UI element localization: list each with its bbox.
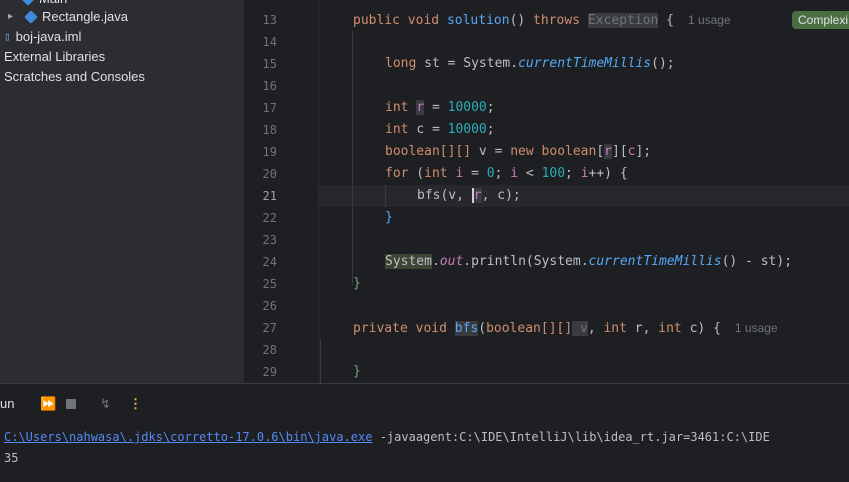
line-number: 20 xyxy=(262,167,277,181)
plug-icon[interactable]: ↯ xyxy=(100,395,111,413)
run-toolbar: un ⏩ ↯ ⋮ xyxy=(0,383,849,425)
code-editor[interactable]: 13 14 15 16 17 18 19 20 21 22 23 24 25 2… xyxy=(245,0,849,383)
java-exe-link[interactable]: C:\Users\nahwasa\.jdks\corretto-17.0.6\b… xyxy=(4,430,372,444)
line-number: 29 xyxy=(262,365,277,379)
indent-guide xyxy=(385,185,386,207)
code-line-29: } xyxy=(353,364,361,379)
line-number: 14 xyxy=(262,35,277,49)
line-number-gutter: 13 14 15 16 17 18 19 20 21 22 23 24 25 2… xyxy=(245,0,319,383)
code-line-24: System.out.println(System.currentTimeMil… xyxy=(385,254,793,269)
iml-file-icon: ▯ xyxy=(4,30,11,43)
gutter-separator xyxy=(318,0,319,383)
tree-item-label: External Libraries xyxy=(4,49,106,64)
tree-item-external-libraries[interactable]: External Libraries xyxy=(4,47,105,67)
line-number: 27 xyxy=(262,321,277,335)
more-options-icon[interactable]: ⋮ xyxy=(129,395,142,413)
tree-item-rectangle-java[interactable]: ▸ Rectangle.java xyxy=(8,7,128,27)
line-number: 26 xyxy=(262,299,277,313)
run-tab-label[interactable]: un xyxy=(0,396,14,411)
stop-icon[interactable] xyxy=(66,399,76,409)
tree-item-label: Scratches and Consoles xyxy=(4,69,145,84)
line-number: 23 xyxy=(262,233,277,247)
code-line-27: private void bfs(boolean[][] v, int r, i… xyxy=(353,321,778,336)
code-line-25: } xyxy=(353,276,361,291)
line-number: 28 xyxy=(262,343,277,357)
console-command-line: C:\Users\nahwasa\.jdks\corretto-17.0.6\b… xyxy=(4,430,770,444)
tree-item-boj-java-iml[interactable]: ▯ boj-java.iml xyxy=(4,27,81,47)
line-number: 16 xyxy=(262,79,277,93)
code-line-22: } xyxy=(385,210,393,225)
code-line-13: public void solution() throws Exception … xyxy=(353,13,731,28)
line-number: 15 xyxy=(262,57,277,71)
line-number: 22 xyxy=(262,211,277,225)
line-number: 25 xyxy=(262,277,277,291)
tree-item-label: Rectangle.java xyxy=(42,9,128,24)
indent-guide xyxy=(352,31,353,285)
text-caret: r xyxy=(471,188,482,203)
code-line-19: boolean[][] v = new boolean[r][c]; xyxy=(385,144,652,159)
tree-item-label: boj-java.iml xyxy=(15,29,82,44)
project-tree: Main ▸ Rectangle.java ▯ boj-java.iml Ext… xyxy=(0,0,245,383)
current-line-highlight xyxy=(319,185,849,207)
chevron-right-icon[interactable]: ▸ xyxy=(8,7,20,27)
cube-icon xyxy=(21,0,35,6)
rerun-icon[interactable]: ⏩ xyxy=(40,395,56,413)
indent-guide xyxy=(320,339,321,383)
console-output: 35 xyxy=(4,451,19,465)
usage-hint[interactable]: 1 usage xyxy=(688,13,731,27)
line-number: 24 xyxy=(262,255,277,269)
code-line-17: int r = 10000; xyxy=(385,100,495,115)
usage-hint[interactable]: 1 usage xyxy=(735,321,778,335)
line-number: 18 xyxy=(262,123,277,137)
code-line-15: long st = System.currentTimeMillis(); xyxy=(385,56,675,71)
java-class-icon xyxy=(24,10,38,24)
complexity-badge[interactable]: Complexi xyxy=(792,11,849,29)
code-line-18: int c = 10000; xyxy=(385,122,495,137)
line-number: 17 xyxy=(262,101,277,115)
run-console[interactable]: C:\Users\nahwasa\.jdks\corretto-17.0.6\b… xyxy=(0,424,849,482)
code-line-20: for (int i = 0; i < 100; i++) { xyxy=(385,166,628,181)
line-number: 19 xyxy=(262,145,277,159)
line-number: 13 xyxy=(262,13,277,27)
code-line-21: bfs(v, r, c); xyxy=(417,188,521,203)
line-number-current: 21 xyxy=(262,189,277,203)
tree-item-scratches-consoles[interactable]: Scratches and Consoles xyxy=(4,67,145,87)
